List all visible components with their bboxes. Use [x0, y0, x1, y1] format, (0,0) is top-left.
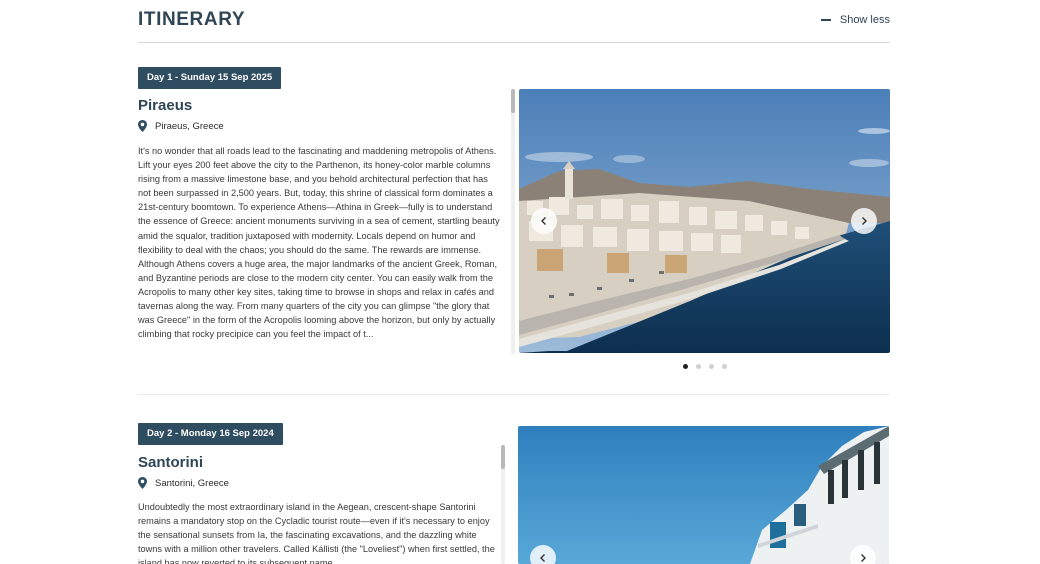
chevron-right-icon: [862, 217, 867, 225]
port-description: Undoubtedly the most extraordinary islan…: [138, 502, 495, 564]
scrollbar-thumb[interactable]: [501, 445, 505, 469]
page-title: ITINERARY: [138, 9, 246, 30]
carousel-dot[interactable]: [696, 364, 701, 369]
carousel-prev-button[interactable]: [531, 208, 557, 234]
show-less-button[interactable]: Show less: [820, 14, 890, 26]
show-less-label: Show less: [839, 14, 890, 26]
port-location: Santorini, Greece: [138, 477, 229, 489]
scrollbar-thumb[interactable]: [511, 89, 515, 113]
carousel-prev-button[interactable]: [530, 545, 556, 564]
description-scrollbar[interactable]: [511, 89, 515, 354]
carousel-next-button[interactable]: [851, 208, 877, 234]
chevron-left-icon: [540, 554, 545, 562]
map-pin-icon: [138, 120, 147, 132]
port-name: Piraeus: [138, 97, 193, 114]
port-description: It's no wonder that all roads lead to th…: [138, 146, 500, 340]
carousel-dot[interactable]: [683, 364, 688, 369]
port-name: Santorini: [138, 454, 204, 471]
day-card-2: Day 2 - Monday 16 Sep 2024 Santorini San…: [138, 423, 890, 564]
chevron-right-icon: [861, 554, 866, 562]
port-photo: [518, 426, 889, 564]
day-card-1: Day 1 - Sunday 15 Sep 2025 Piraeus Pirae…: [138, 67, 890, 387]
port-photo: [519, 89, 890, 353]
carousel-indicators: [683, 364, 727, 369]
day-badge: Day 1 - Sunday 15 Sep 2025: [138, 67, 282, 89]
carousel-dot[interactable]: [709, 364, 714, 369]
day-badge: Day 2 - Monday 16 Sep 2024: [138, 423, 283, 445]
chevron-left-icon: [541, 217, 546, 225]
itinerary-section: ITINERARY Show less Day 1 - Sunday 15 Se…: [138, 0, 890, 564]
port-photo-carousel: [518, 426, 889, 564]
itinerary-header: ITINERARY Show less: [138, 0, 890, 43]
carousel-next-button[interactable]: [850, 545, 876, 564]
minus-icon: [820, 19, 831, 21]
carousel-dot[interactable]: [722, 364, 727, 369]
location-label: Santorini, Greece: [155, 477, 229, 489]
map-pin-icon: [138, 477, 147, 489]
port-location: Piraeus, Greece: [138, 120, 224, 132]
location-label: Piraeus, Greece: [155, 120, 224, 132]
port-photo-carousel: [519, 89, 890, 353]
description-scrollbar[interactable]: [501, 445, 505, 564]
day-divider: [138, 394, 890, 395]
